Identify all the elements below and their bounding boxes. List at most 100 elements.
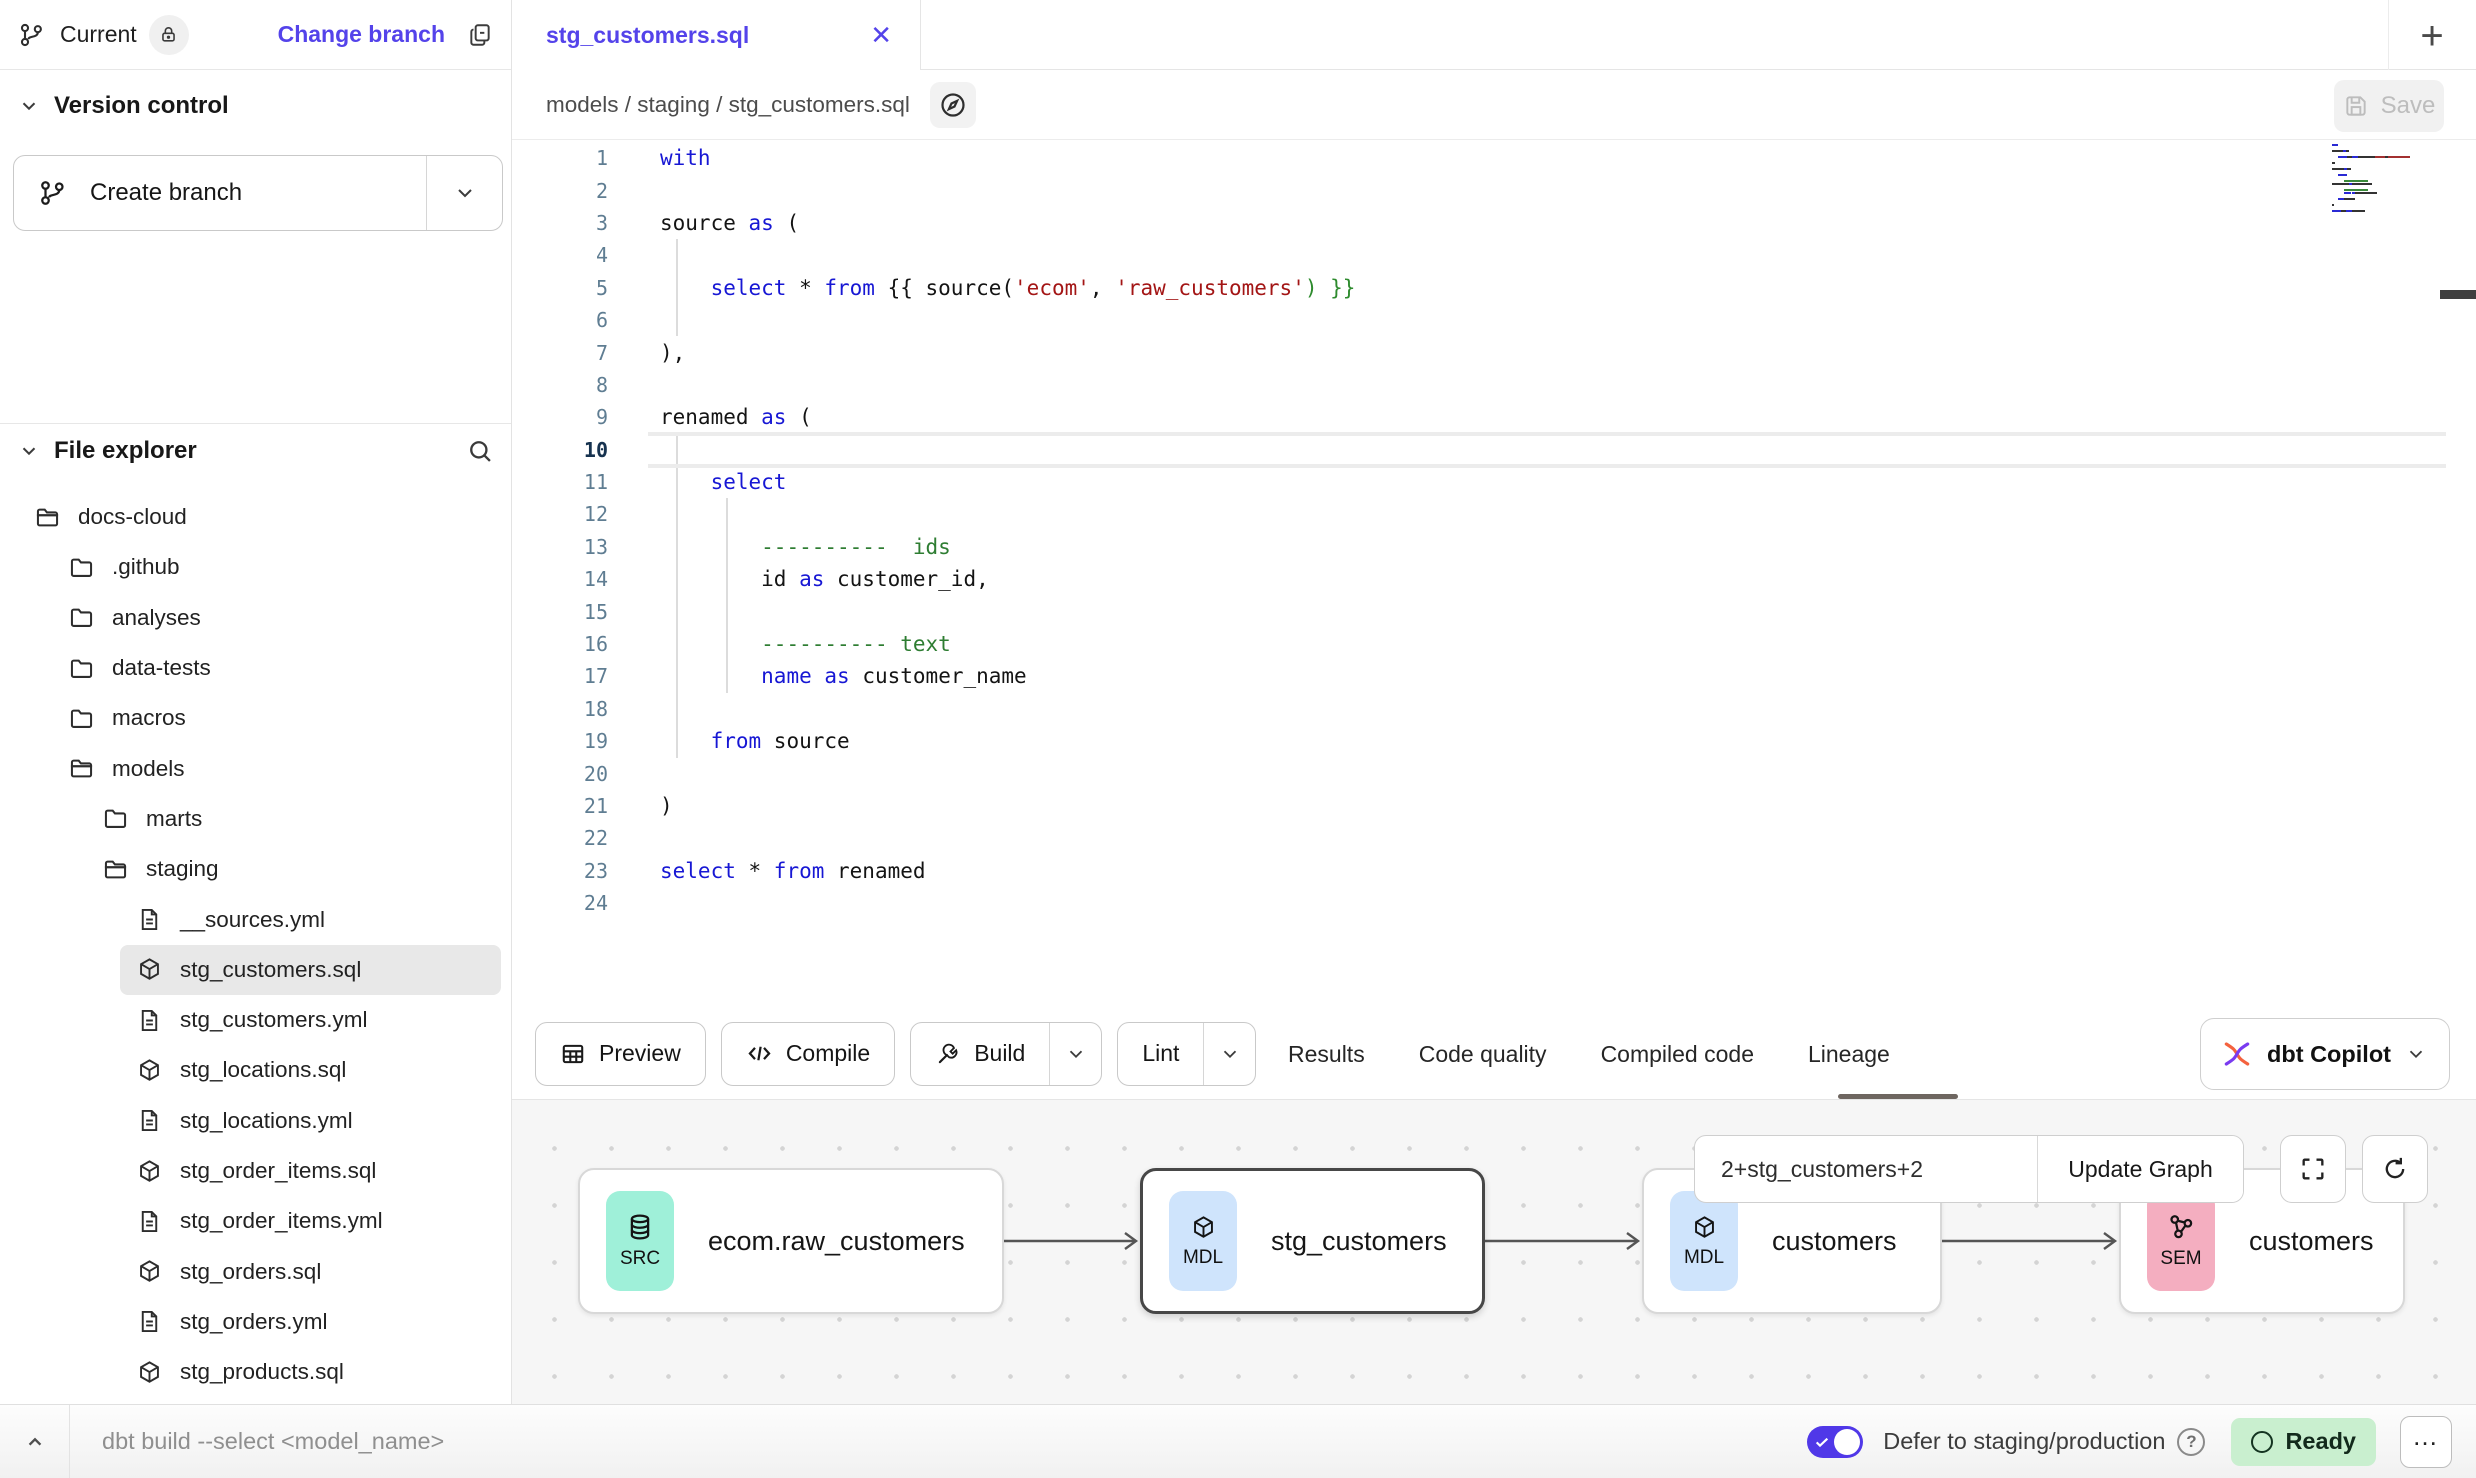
action-toolbar: Preview Compile Build — [512, 1008, 2476, 1100]
line-number: 17 — [512, 664, 638, 688]
more-menu-button[interactable]: … — [2400, 1416, 2452, 1468]
file-row-marts[interactable]: marts — [86, 794, 501, 844]
lineage-canvas[interactable]: SRCecom.raw_customers MDLstg_customers MDL… — [512, 1100, 2476, 1404]
code-line[interactable]: 8 — [512, 369, 2476, 401]
lint-dropdown[interactable] — [1203, 1023, 1255, 1085]
code-line[interactable]: 11 select — [512, 466, 2476, 498]
file-row-docs-cloud[interactable]: docs-cloud — [18, 492, 501, 542]
dbt-copilot-button[interactable]: dbt Copilot — [2200, 1018, 2450, 1090]
status-badge[interactable]: Ready — [2231, 1418, 2376, 1466]
minimap[interactable] — [2332, 144, 2410, 216]
file-row-stg-orders-yml[interactable]: stg_orders.yml — [120, 1297, 501, 1347]
file-row-stg-locations-yml[interactable]: stg_locations.yml — [120, 1096, 501, 1146]
file-row--sources-yml[interactable]: __sources.yml — [120, 894, 501, 944]
code-editor[interactable]: 1with23source as (45 select * from {{ so… — [512, 140, 2476, 1008]
save-icon — [2343, 93, 2369, 119]
file-explorer-header[interactable]: File explorer — [18, 437, 494, 465]
dbt-ide-window: Current Change branch Version control Cr… — [0, 0, 2476, 1478]
lineage-node-mdl-stg-customers[interactable]: MDLstg_customers — [1140, 1168, 1485, 1314]
file-row--github[interactable]: .github — [52, 542, 501, 592]
code-line[interactable]: 17 name as customer_name — [512, 660, 2476, 692]
cube-icon: MDL — [1670, 1191, 1738, 1291]
panel-tab-code-quality[interactable]: Code quality — [1419, 1041, 1547, 1068]
lineage-node-src-ecom-raw-customers[interactable]: SRCecom.raw_customers — [578, 1168, 1004, 1314]
code-line[interactable]: 3source as ( — [512, 207, 2476, 239]
code-line[interactable]: 16 ---------- text — [512, 628, 2476, 660]
code-line[interactable]: 2 — [512, 174, 2476, 206]
code-line[interactable]: 4 — [512, 239, 2476, 271]
code-line[interactable]: 1with — [512, 142, 2476, 174]
fullscreen-icon[interactable] — [2280, 1135, 2346, 1203]
code-text: select — [638, 470, 786, 494]
change-branch-link[interactable]: Change branch — [278, 21, 445, 48]
code-line[interactable]: 6 — [512, 304, 2476, 336]
code-line[interactable]: 23select * from renamed — [512, 855, 2476, 887]
code-line[interactable]: 9renamed as ( — [512, 401, 2476, 433]
code-line[interactable]: 20 — [512, 757, 2476, 789]
build-button[interactable]: Build — [910, 1022, 1102, 1086]
file-row-staging[interactable]: staging — [86, 844, 501, 894]
code-line[interactable]: 18 — [512, 693, 2476, 725]
panel-tab-results[interactable]: Results — [1288, 1041, 1365, 1068]
tab-stg-customers-sql[interactable]: stg_customers.sql ✕ — [512, 0, 921, 70]
file-row-models[interactable]: models — [52, 743, 501, 793]
compile-button[interactable]: Compile — [721, 1022, 895, 1086]
scrollbar-thumb[interactable] — [2440, 290, 2476, 299]
create-branch-button[interactable]: Create branch — [13, 155, 503, 231]
branch-icon — [38, 178, 68, 208]
file-row-analyses[interactable]: analyses — [52, 593, 501, 643]
code-line[interactable]: 5 select * from {{ source('ecom', 'raw_c… — [512, 272, 2476, 304]
code-line[interactable]: 14 id as customer_id, — [512, 563, 2476, 595]
create-branch-dropdown[interactable] — [426, 156, 502, 230]
code-line[interactable]: 10 — [512, 434, 2476, 466]
file-row-macros[interactable]: macros — [52, 693, 501, 743]
defer-toggle[interactable] — [1807, 1426, 1863, 1458]
code-line[interactable]: 13 ---------- ids — [512, 531, 2476, 563]
code-line[interactable]: 19 from source — [512, 725, 2476, 757]
code-line[interactable]: 12 — [512, 498, 2476, 530]
update-graph-button[interactable]: Update Graph — [2038, 1136, 2243, 1202]
file-row-data-tests[interactable]: data-tests — [52, 643, 501, 693]
panel-tab-lineage[interactable]: Lineage — [1808, 1041, 1890, 1068]
lineage-filter-input[interactable]: 2+stg_customers+2 — [1695, 1136, 2038, 1202]
refresh-icon[interactable] — [2362, 1135, 2428, 1203]
code-line[interactable]: 15 — [512, 595, 2476, 627]
main-area: stg_customers.sql ✕ + models / staging /… — [512, 0, 2476, 1404]
lineage-edge — [1942, 1228, 2119, 1254]
code-text: select * from {{ source('ecom', 'raw_cus… — [638, 276, 1355, 300]
panel-tab-compiled-code[interactable]: Compiled code — [1601, 1041, 1754, 1068]
file-row-stg-orders-sql[interactable]: stg_orders.sql — [120, 1246, 501, 1296]
line-number: 12 — [512, 502, 638, 526]
question-icon[interactable]: ? — [2177, 1428, 2205, 1456]
file-row-stg-customers-yml[interactable]: stg_customers.yml — [120, 995, 501, 1045]
code-line[interactable]: 22 — [512, 822, 2476, 854]
code-line[interactable]: 21) — [512, 790, 2476, 822]
new-tab-button[interactable]: + — [2408, 12, 2456, 60]
close-icon[interactable]: ✕ — [870, 22, 892, 48]
file-row-stg-order-items-sql[interactable]: stg_order_items.sql — [120, 1146, 501, 1196]
active-tab-underline — [1838, 1094, 1958, 1099]
file-label: stg_order_items.yml — [180, 1208, 383, 1234]
save-button[interactable]: Save — [2334, 80, 2444, 132]
chevron-up-icon[interactable] — [0, 1405, 70, 1478]
line-number: 18 — [512, 697, 638, 721]
search-icon[interactable] — [466, 437, 494, 465]
code-text: ---------- text — [638, 632, 951, 656]
file-row-stg-order-items-yml[interactable]: stg_order_items.yml — [120, 1196, 501, 1246]
preview-button[interactable]: Preview — [535, 1022, 706, 1086]
build-dropdown[interactable] — [1049, 1023, 1101, 1085]
copy-icon[interactable] — [467, 22, 493, 48]
code-text: select * from renamed — [638, 859, 926, 883]
file-row-stg-products-sql[interactable]: stg_products.sql — [120, 1347, 501, 1397]
file-row-stg-locations-sql[interactable]: stg_locations.sql — [120, 1045, 501, 1095]
lint-button[interactable]: Lint — [1117, 1022, 1256, 1086]
compass-icon[interactable] — [930, 82, 976, 128]
version-control-header[interactable]: Version control — [18, 92, 229, 120]
file-label: stg_locations.yml — [180, 1108, 353, 1134]
file-row-stg-customers-sql[interactable]: stg_customers.sql — [120, 945, 501, 995]
code-text: ---------- ids — [638, 535, 951, 559]
code-line[interactable]: 24 — [512, 887, 2476, 919]
command-input[interactable]: dbt build --select <model_name> — [102, 1428, 444, 1455]
node-label: customers — [2249, 1226, 2374, 1257]
code-line[interactable]: 7), — [512, 336, 2476, 368]
